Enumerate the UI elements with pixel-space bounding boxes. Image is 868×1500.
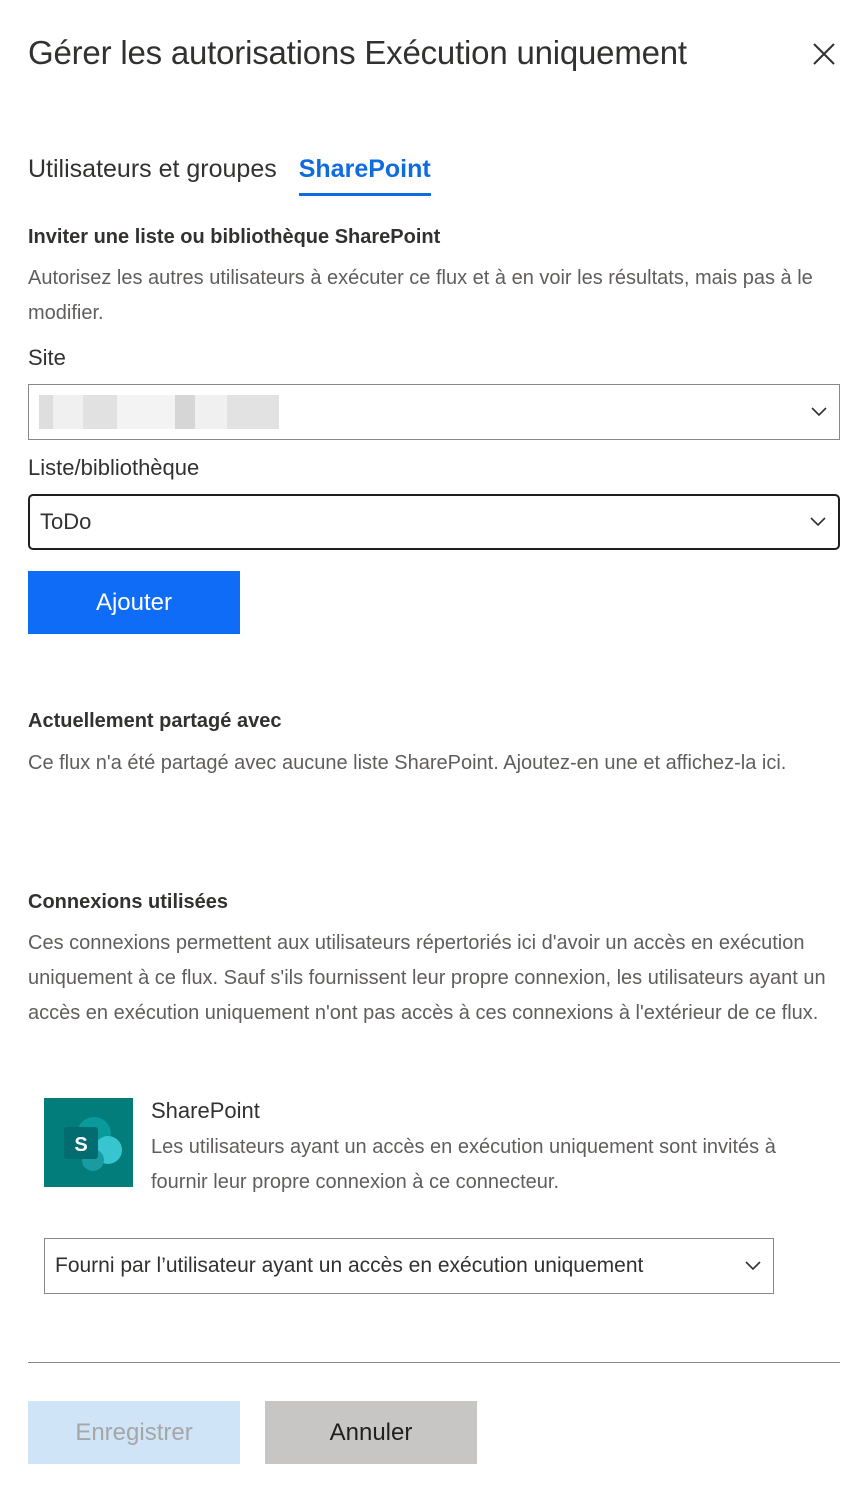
site-label: Site — [28, 345, 66, 370]
connection-selected-option: Fourni par l’utilisateur ayant un accès … — [55, 1254, 644, 1277]
sharepoint-icon: S — [44, 1098, 133, 1187]
connections-description: Ces connexions permettent aux utilisateu… — [28, 932, 826, 1024]
tab-users-groups[interactable]: Utilisateurs et groupes — [28, 155, 277, 196]
connections-heading: Connexions utilisées — [28, 891, 229, 913]
connection-dropdown[interactable]: Fourni par l’utilisateur ayant un accès … — [44, 1238, 774, 1294]
connection-description: Les utilisateurs ayant un accès en exécu… — [151, 1136, 776, 1193]
chevron-down-icon — [811, 407, 827, 417]
redacted-block — [39, 395, 279, 429]
site-value-redacted — [39, 395, 279, 429]
shared-heading: Actuellement partagé avec — [28, 710, 282, 732]
tab-list: Utilisateurs et groupes SharePoint — [28, 155, 431, 196]
panel-title: Gérer les autorisations Exécution unique… — [28, 34, 687, 71]
save-button[interactable]: Enregistrer — [28, 1401, 240, 1464]
footer-divider — [28, 1362, 840, 1363]
close-icon — [813, 43, 835, 65]
list-value: ToDo — [40, 509, 92, 534]
tab-sharepoint[interactable]: SharePoint — [298, 155, 431, 196]
connection-name: SharePoint — [151, 1098, 260, 1123]
sharepoint-icon-letter: S — [74, 1134, 87, 1156]
invite-heading: Inviter une liste ou bibliothèque ShareP… — [28, 226, 441, 248]
close-button[interactable] — [808, 38, 840, 70]
invite-description: Autorisez les autres utilisateurs à exéc… — [28, 267, 813, 324]
site-dropdown[interactable] — [28, 384, 840, 440]
cancel-button[interactable]: Annuler — [265, 1401, 477, 1464]
chevron-down-icon — [745, 1261, 761, 1271]
list-label: Liste/bibliothèque — [28, 455, 200, 480]
shared-description: Ce flux n'a été partagé avec aucune list… — [28, 752, 787, 774]
add-button[interactable]: Ajouter — [28, 571, 240, 634]
chevron-down-icon — [810, 517, 826, 527]
list-dropdown[interactable]: ToDo — [28, 494, 840, 550]
